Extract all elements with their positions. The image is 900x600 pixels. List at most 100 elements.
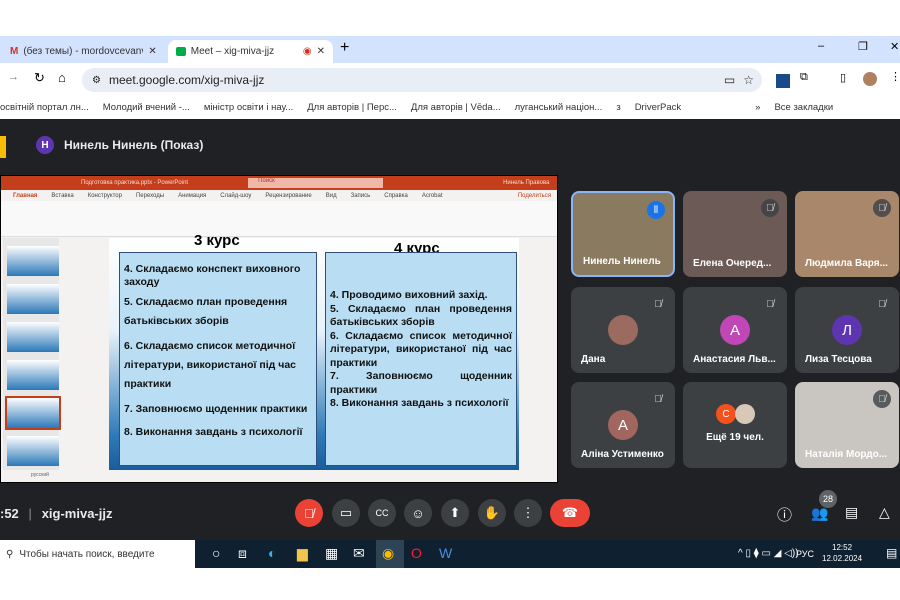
bookmark[interactable]: міністр освіти і нау... <box>204 102 293 113</box>
ppt-ribbon-tabs: Главная Вставка Конструктор Переходы Ани… <box>1 190 557 201</box>
captions-button[interactable]: CC <box>368 499 396 527</box>
extension-icon[interactable] <box>776 74 790 88</box>
participant-tile[interactable]: 🎙̸ Дана <box>571 287 675 373</box>
chat-icon[interactable]: ▤ <box>845 504 858 521</box>
task-view-icon[interactable]: ⧈ <box>238 545 247 562</box>
close-window-button[interactable]: ✕ <box>890 40 899 53</box>
store-icon[interactable]: ▦ <box>325 545 338 562</box>
slide-thumbnails <box>3 238 61 470</box>
bookmark[interactable]: з <box>616 102 620 113</box>
mic-toggle-button[interactable]: 🎙̸ <box>295 499 323 527</box>
bookmark[interactable]: луганський націон... <box>515 102 603 113</box>
ppt-tab: Справка <box>384 192 408 199</box>
ppt-titlebar: Подготовка практика.pptx - PowerPoint По… <box>1 176 557 190</box>
extensions-puzzle-icon[interactable]: ⧉ <box>800 71 808 84</box>
bookmark-star-icon[interactable]: ☆ <box>743 73 754 87</box>
info-icon[interactable]: ⓘ <box>777 504 792 525</box>
minimize-button[interactable]: – <box>818 40 824 52</box>
present-button[interactable]: ⬆ <box>441 499 469 527</box>
input-language[interactable]: РУС <box>796 549 814 559</box>
edge-icon[interactable]: ◐ <box>268 545 276 561</box>
opera-icon[interactable]: O <box>411 545 422 561</box>
reactions-button[interactable]: ☺ <box>404 499 432 527</box>
mic-off-icon: 🎙̸ <box>304 505 314 521</box>
tray-icons[interactable]: ^ ▯ ⧫ ▭ ◢ ◁)) <box>738 548 799 559</box>
slide-item: 5. Складаємо план проведення батьківськи… <box>124 296 288 327</box>
presenter-label: Н Нинель Нинель (Показ) <box>36 136 203 154</box>
participant-tile[interactable]: 🎙̸ Л Лиза Тесцова <box>795 287 899 373</box>
meet-logo-edge <box>0 136 6 158</box>
ppt-tab: Рецензирование <box>265 192 312 199</box>
meet-icon <box>176 47 186 56</box>
site-info-icon[interactable]: ⚙ <box>92 75 101 86</box>
search-placeholder: Чтобы начать поиск, введите <box>19 548 155 560</box>
sidepanel-icon[interactable]: ▯ <box>840 71 846 84</box>
bookmark[interactable]: Для авторів | Перс... <box>307 102 397 113</box>
hang-up-icon: ☎ <box>561 505 579 520</box>
participant-name: Дана <box>581 354 606 365</box>
slide-thumb-active <box>5 396 61 430</box>
home-icon[interactable]: ⌂ <box>58 70 66 85</box>
bookmark[interactable]: освітній портал лн... <box>0 102 89 113</box>
taskbar-search[interactable]: ⚲ Чтобы начать поиск, введите <box>0 540 195 568</box>
camera-toggle-button[interactable]: ▭ <box>332 499 360 527</box>
more-bookmarks-icon[interactable]: » <box>755 102 760 113</box>
participant-tile[interactable]: 🎙̸ А Аліна Устименко <box>571 382 675 468</box>
raise-hand-button[interactable]: ✋ <box>478 499 506 527</box>
menu-icon[interactable]: ⋮ <box>890 70 900 83</box>
bookmark[interactable]: Молодий вчений -... <box>103 102 190 113</box>
tab-gmail[interactable]: M (без темы) - mordovcevanv@g ✕ <box>2 40 167 63</box>
word-icon[interactable]: W <box>439 545 452 561</box>
slide-item: 6. Складаємо список методичної літератур… <box>124 340 297 390</box>
shared-screen-powerpoint: Подготовка практика.pptx - PowerPoint По… <box>0 175 558 483</box>
notifications-icon[interactable]: ▤ <box>886 546 897 560</box>
slide-col3-title: 3 курс <box>194 232 240 249</box>
participant-tile[interactable]: ⦀ Нинель Нинель <box>571 191 675 277</box>
participant-tile[interactable]: 🎙̸ Елена Очеред... <box>683 191 787 277</box>
address-bar[interactable]: ⚙ meet.google.com/xig-miva-jjz ▭ ☆ <box>82 68 762 92</box>
ppt-tab: Анимация <box>178 192 207 199</box>
tab-meet[interactable]: Meet – xig-miva-jjz ◉ ✕ <box>168 40 333 63</box>
maximize-button[interactable]: ❐ <box>858 40 868 53</box>
clock[interactable]: 12:52 12.02.2024 <box>822 542 862 564</box>
clock-time: 12:52 <box>832 543 853 552</box>
captions-icon: CC <box>375 508 389 518</box>
camera-icon: ▭ <box>339 505 353 520</box>
participant-tile[interactable]: 🎙̸ А Анастасия Льв... <box>683 287 787 373</box>
ppt-title: Подготовка практика.pptx - PowerPoint <box>81 180 189 186</box>
more-participants-tile[interactable]: С Ещё 19 чел. <box>683 382 787 468</box>
ppt-tab: Переходы <box>135 192 165 199</box>
forward-icon[interactable]: → <box>8 71 19 83</box>
slide-item: 5. Складаємо план проведення батьківськи… <box>330 302 512 329</box>
chrome-icon[interactable]: ◉ <box>382 545 394 562</box>
leave-call-button[interactable]: ☎ <box>550 499 590 527</box>
reload-icon[interactable]: ↻ <box>34 70 45 86</box>
slide-item: 8. Виконання завдань з психології <box>330 397 509 409</box>
ppt-tab: Вид <box>325 192 337 199</box>
mic-off-icon: 🎙̸ <box>649 295 667 313</box>
mic-off-icon: 🎙̸ <box>873 390 891 408</box>
new-tab-button[interactable]: + <box>340 39 349 57</box>
close-tab-icon[interactable]: ✕ <box>317 46 325 57</box>
mail-icon[interactable]: ✉ <box>353 545 365 562</box>
participant-tile[interactable]: 🎙̸ Наталія Мордо... <box>795 382 899 468</box>
cortana-icon[interactable]: ○ <box>212 545 220 561</box>
profile-avatar[interactable] <box>863 72 877 86</box>
bookmark[interactable]: DriverPack <box>635 102 681 113</box>
participant-name: Анастасия Льв... <box>693 354 776 365</box>
all-bookmarks[interactable]: Все закладки <box>774 102 833 113</box>
people-icon[interactable]: 👥 <box>811 505 828 522</box>
activities-icon[interactable]: △ <box>879 504 890 521</box>
tab-label: Meet – xig-miva-jjz <box>190 46 275 57</box>
meeting-time: :52 <box>0 506 19 521</box>
more-participants-label: Ещё 19 чел. <box>706 432 764 443</box>
bookmark[interactable]: Для авторів | Vēda... <box>411 102 501 113</box>
participant-tile[interactable]: 🎙̸ Людмила Варя... <box>795 191 899 277</box>
camera-icon[interactable]: ▭ <box>724 73 735 87</box>
file-explorer-icon[interactable]: ▆ <box>297 545 308 562</box>
slide-item: 4. Проводимо виховний захід. <box>330 289 488 301</box>
speaking-icon: ⦀ <box>647 201 665 219</box>
close-tab-icon[interactable]: ✕ <box>148 46 156 57</box>
more-options-button[interactable]: ⋮ <box>514 499 542 527</box>
ppt-statusbar: русский <box>1 472 557 482</box>
